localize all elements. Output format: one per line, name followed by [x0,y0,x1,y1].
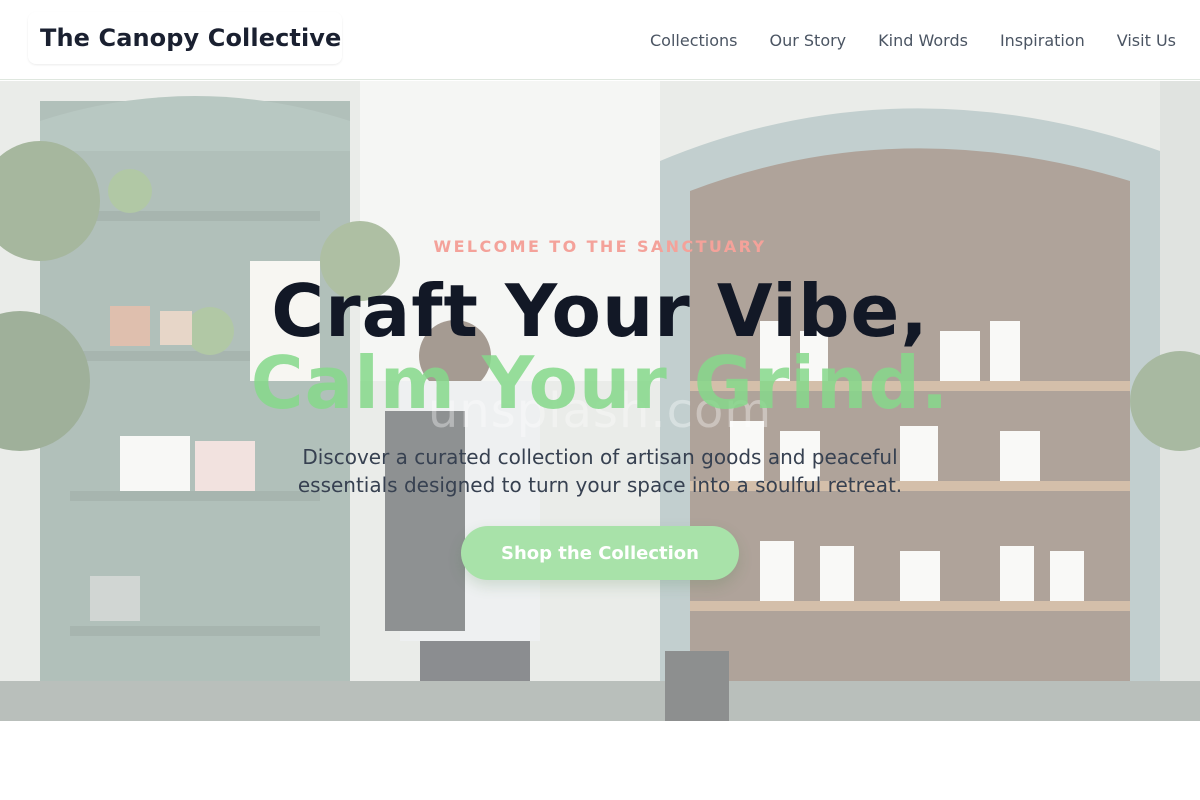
nav-link-kind-words[interactable]: Kind Words [878,31,968,50]
hero-content: WELCOME TO THE SANCTUARY Craft Your Vibe… [0,81,1200,721]
top-navigation: The Canopy Collective Collections Our St… [0,0,1200,80]
hero-eyebrow: WELCOME TO THE SANCTUARY [433,237,767,256]
hero-headline-line2: Calm Your Grind. [250,341,950,425]
nav-link-visit-us[interactable]: Visit Us [1117,31,1176,50]
nav-menu: Collections Our Story Kind Words Inspira… [618,0,1176,80]
nav-link-inspiration[interactable]: Inspiration [1000,31,1085,50]
brand-logo-text[interactable]: The Canopy Collective [40,24,341,52]
hero-section: WELCOME TO THE SANCTUARY Craft Your Vibe… [0,81,1200,721]
shop-collection-button[interactable]: Shop the Collection [461,526,739,580]
nav-link-collections[interactable]: Collections [650,31,737,50]
hero-subtitle: Discover a curated collection of artisan… [297,445,903,497]
brand-container[interactable]: The Canopy Collective [28,12,342,64]
nav-link-our-story[interactable]: Our Story [769,31,846,50]
